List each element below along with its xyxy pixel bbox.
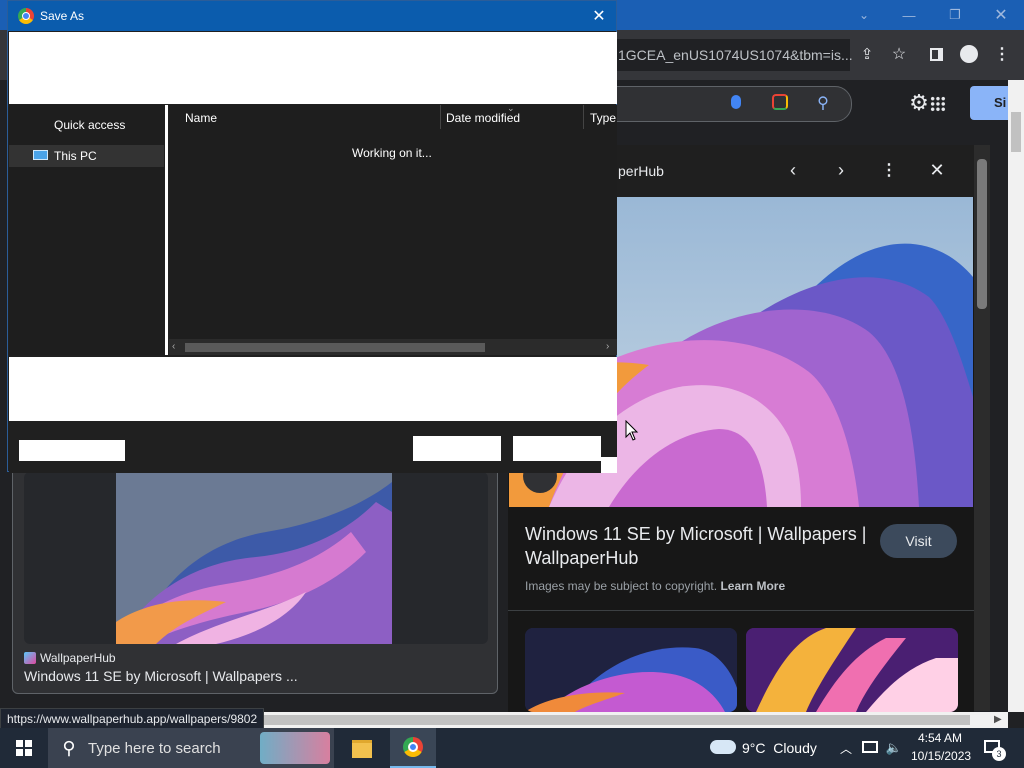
more-options-icon[interactable]: ⋮	[878, 159, 900, 181]
related-image-2[interactable]	[746, 628, 958, 712]
share-icon[interactable]: ⇪	[856, 43, 878, 65]
preview-title[interactable]: Windows 11 SE by Microsoft | Wallpapers …	[525, 522, 870, 570]
copyright-notice: Images may be subject to copyright. Lear…	[525, 579, 785, 593]
sign-in-label: Si	[994, 95, 1007, 110]
filename-area	[9, 357, 617, 421]
page-scrollbar-vertical[interactable]	[1008, 80, 1024, 712]
weather-cloud-icon[interactable]	[710, 740, 736, 754]
wave-thumbnail-image	[116, 472, 392, 644]
previous-arrow-icon[interactable]: ‹	[782, 159, 804, 181]
next-arrow-icon[interactable]: ›	[830, 159, 852, 181]
save-button[interactable]	[413, 436, 501, 461]
column-name[interactable]: Name	[185, 111, 217, 125]
preview-source[interactable]: perHub	[618, 163, 664, 179]
related-thumbnail-2	[746, 628, 958, 712]
settings-gear-icon[interactable]: ⚙	[906, 90, 932, 116]
file-explorer-icon[interactable]	[352, 740, 372, 758]
column-type[interactable]: Type	[590, 111, 616, 125]
tab-search-chevron-icon[interactable]: ⌄	[852, 4, 876, 26]
navigation-pane: Quick access This PC	[9, 105, 168, 355]
result-title[interactable]: Windows 11 SE by Microsoft | Wallpapers …	[24, 668, 298, 684]
resize-grip[interactable]	[601, 457, 617, 473]
wallpaperhub-favicon	[24, 652, 36, 664]
show-desktop-button[interactable]	[1018, 728, 1024, 768]
volume-muted-icon[interactable]: 🔈	[884, 738, 904, 758]
dialog-toolbar-area	[9, 32, 617, 104]
result-source[interactable]: WallpaperHub	[40, 651, 116, 665]
taskbar-search-placeholder: Type here to search	[88, 740, 221, 757]
weather-text[interactable]: 9°C Cloudy	[742, 740, 817, 756]
related-thumbnail-1	[525, 628, 737, 712]
dialog-footer	[9, 421, 617, 473]
column-divider-2[interactable]	[583, 105, 584, 129]
more-menu-icon[interactable]: ⋮	[992, 43, 1012, 65]
sort-chevron-icon: ⌄	[507, 103, 515, 113]
file-list-scrollbar[interactable]: ‹ ›	[169, 339, 617, 355]
visit-button[interactable]: Visit	[880, 524, 957, 558]
bookmark-star-icon[interactable]: ☆	[888, 43, 910, 65]
this-pc-item[interactable]: This PC	[9, 145, 164, 167]
taskbar: ⚲ Type here to search 9°C Cloudy ︿ 🔈 4:5…	[0, 728, 1024, 768]
voice-search-icon[interactable]	[731, 95, 741, 109]
notification-count: 3	[996, 749, 1002, 759]
taskbar-search-box[interactable]: ⚲ Type here to search	[48, 728, 334, 768]
this-pc-label: This PC	[54, 149, 97, 163]
divider	[508, 610, 974, 611]
visit-label: Visit	[905, 533, 932, 549]
network-icon[interactable]	[862, 741, 878, 753]
clock-time[interactable]: 4:54 AM	[918, 731, 962, 745]
learn-more-link[interactable]: Learn More	[720, 579, 785, 593]
close-preview-icon[interactable]: ✕	[926, 159, 948, 181]
mouse-cursor	[625, 420, 639, 441]
close-window-button[interactable]: ✕	[984, 0, 1018, 30]
side-panel-icon[interactable]	[930, 48, 943, 61]
clock-date[interactable]: 10/15/2023	[911, 749, 971, 763]
status-bar-url: https://www.wallpaperhub.app/wallpapers/…	[0, 708, 265, 730]
lens-icon[interactable]	[772, 94, 788, 110]
sign-in-button[interactable]: Si	[970, 86, 1010, 120]
dialog-titlebar: Save As ✕	[8, 1, 616, 31]
dialog-title: Save As	[40, 9, 85, 23]
search-icon[interactable]: ⚲	[812, 92, 834, 114]
address-text[interactable]: 1GCEA_enUS1074US1074&tbm=is...	[618, 47, 853, 63]
browse-folders-button[interactable]	[19, 440, 125, 461]
search-highlight-icon	[260, 732, 330, 764]
restore-button[interactable]: ❐	[938, 0, 972, 30]
preview-scrollbar[interactable]	[974, 145, 990, 711]
hidden-icons-chevron-icon[interactable]: ︿	[838, 738, 854, 758]
dialog-close-button[interactable]: ✕	[586, 5, 612, 27]
quick-access-item[interactable]: Quick access	[54, 118, 125, 132]
search-icon: ⚲	[62, 737, 76, 758]
start-windows-icon[interactable]	[16, 740, 32, 756]
copyright-text: Images may be subject to copyright.	[525, 579, 718, 593]
minimize-button[interactable]: —	[892, 0, 926, 30]
apps-grid-icon[interactable]	[930, 96, 946, 112]
file-list-pane: Name Date modified ⌄ Type Working on it.…	[169, 103, 617, 355]
cancel-button[interactable]	[513, 436, 601, 461]
profile-icon[interactable]	[960, 45, 978, 63]
result-thumbnail[interactable]	[24, 472, 488, 644]
chrome-icon	[18, 8, 34, 24]
related-image-1[interactable]	[525, 628, 737, 712]
column-divider[interactable]	[440, 105, 441, 129]
computer-icon	[33, 150, 48, 160]
notification-badge: 3	[992, 747, 1006, 761]
save-as-dialog: Save As ✕ Quick access This PC Name Date…	[7, 0, 617, 473]
loading-text: Working on it...	[352, 146, 432, 160]
chrome-taskbar-icon[interactable]	[390, 728, 436, 768]
